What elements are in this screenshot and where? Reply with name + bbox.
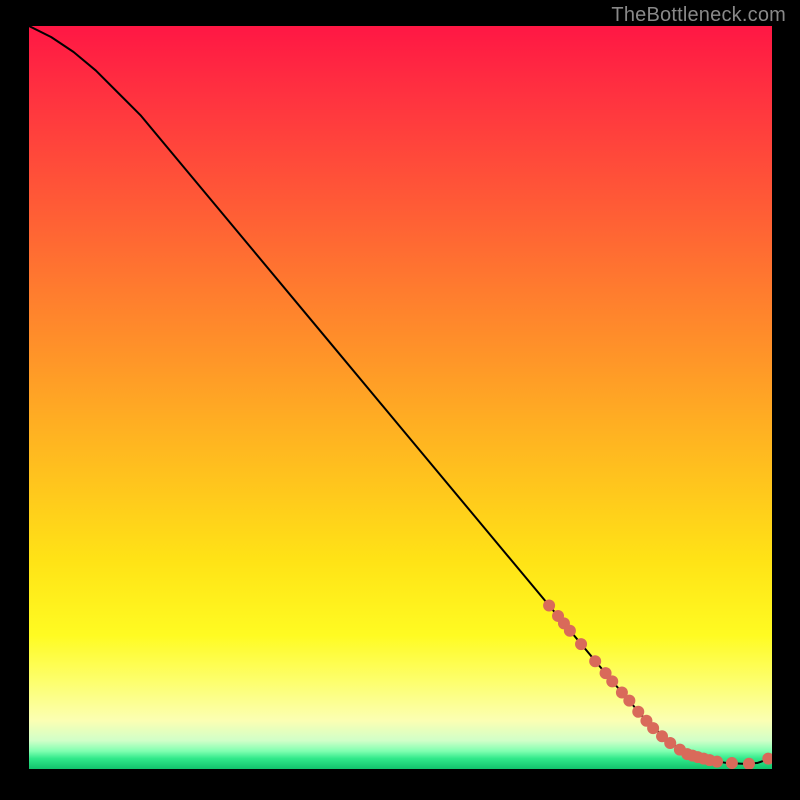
data-point	[564, 625, 576, 637]
data-point	[711, 756, 723, 768]
data-point	[726, 757, 738, 769]
data-point	[543, 600, 555, 612]
watermark-text: TheBottleneck.com	[0, 4, 800, 27]
chart-plot	[29, 26, 772, 769]
data-point	[632, 706, 644, 718]
chart-root: TheBottleneck.com	[0, 0, 800, 800]
data-point	[623, 695, 635, 707]
data-point	[575, 638, 587, 650]
plot-background	[29, 26, 772, 769]
data-point	[589, 655, 601, 667]
data-point	[606, 675, 618, 687]
data-point	[647, 722, 659, 734]
